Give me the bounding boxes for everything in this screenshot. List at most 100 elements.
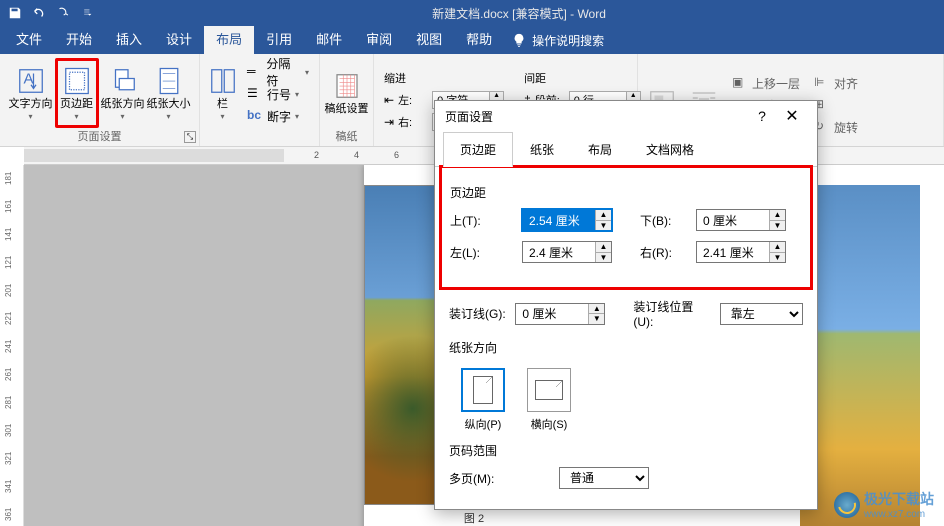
tab-mailings[interactable]: 邮件 [304,26,354,54]
dialog-tabs: 页边距 纸张 布局 文档网格 [435,131,817,167]
lightbulb-icon [512,33,526,47]
pages-section-label: 页码范围 [449,442,803,459]
text-direction-button[interactable]: A 文字方向▾ [9,58,53,128]
orientation-section-label: 纸张方向 [449,339,803,356]
tell-me-search[interactable]: 操作说明搜索 [512,32,604,49]
margin-left-input[interactable] [523,242,595,262]
watermark-name: 极光下载站 [864,489,934,509]
quick-access-toolbar [4,2,98,24]
dialog-tab-margins[interactable]: 页边距 [443,132,513,167]
svg-text:A: A [23,70,33,87]
hyphenation-button[interactable]: bc断字▾ [243,106,313,126]
tab-file[interactable]: 文件 [4,26,54,54]
line-numbers-button[interactable]: ☰行号▾ [243,84,313,104]
margin-top-input[interactable] [523,210,595,230]
spacing-label: 间距 [524,70,641,86]
dialog-tab-grid[interactable]: 文档网格 [629,132,711,167]
manuscript-icon [332,71,362,101]
margin-right-label: 右(R): [640,244,688,261]
multi-pages-select[interactable]: 普通 [559,467,649,489]
indent-right-icon: ⇥ [384,115,394,129]
line-numbers-icon: ☰ [247,86,263,102]
save-button[interactable] [4,2,26,24]
bring-forward-icon: ▣ [732,75,748,91]
text-direction-icon: A [16,66,46,96]
margin-left-spinner[interactable]: ▲▼ [522,241,612,263]
dialog-close-button[interactable]: ✕ [777,106,807,126]
page-setup-group-label: 页面设置 [0,128,199,144]
watermark-url: www.xz7.com [864,509,934,520]
manuscript-group: 稿纸设置 稿纸 [320,54,374,146]
bring-forward-button: ▣上移一层 [728,73,804,93]
page-setup-dialog-launcher[interactable]: ⤡ [184,131,196,143]
columns-breaks-group: 栏▾ ═分隔符▾ ☰行号▾ bc断字▾ [200,54,320,146]
landscape-icon [535,380,563,400]
margin-left-label: 左(L): [450,244,514,261]
margin-top-label: 上(T): [450,212,514,229]
gutter-spinner[interactable]: ▲▼ [515,303,605,325]
orientation-portrait[interactable]: 纵向(P) [457,364,509,436]
watermark: 极光下载站 www.xz7.com [834,489,934,520]
multi-pages-label: 多页(M): [449,470,513,487]
dialog-title: 页面设置 [445,108,747,125]
align-button: ⊫对齐 [810,73,862,93]
tab-view[interactable]: 视图 [404,26,454,54]
dialog-tab-paper[interactable]: 纸张 [513,132,571,167]
tab-references[interactable]: 引用 [254,26,304,54]
qat-customize-button[interactable] [76,2,98,24]
tell-me-label: 操作说明搜索 [532,32,604,49]
vertical-ruler[interactable]: 181 161 141 121 201 221 241 261 281 301 … [0,165,24,526]
page-setup-dialog: 页面设置 ? ✕ 页边距 纸张 布局 文档网格 页边距 上(T): ▲▼ 下(B… [434,100,818,510]
redo-button[interactable] [52,2,74,24]
tab-layout[interactable]: 布局 [204,26,254,54]
manuscript-button[interactable]: 稿纸设置 [325,58,369,128]
margins-icon [62,66,92,96]
margins-highlight-box: 页边距 上(T): ▲▼ 下(B): ▲▼ 左(L): ▲▼ 右(R): ▲▼ [439,165,813,290]
dialog-titlebar[interactable]: 页面设置 ? ✕ [435,101,817,131]
margin-right-spinner[interactable]: ▲▼ [696,241,786,263]
undo-button[interactable] [28,2,50,24]
tab-home[interactable]: 开始 [54,26,104,54]
columns-button[interactable]: 栏▾ [206,58,239,128]
margin-right-input[interactable] [697,242,769,262]
tab-help[interactable]: 帮助 [454,26,504,54]
indent-label: 缩进 [384,70,504,86]
spin-up[interactable]: ▲ [596,210,611,221]
ribbon-tabs: 文件 开始 插入 设计 布局 引用 邮件 审阅 视图 帮助 操作说明搜索 [0,26,944,54]
gutter-label: 装订线(G): [449,305,507,322]
orientation-landscape[interactable]: 横向(S) [523,364,575,436]
title-bar: 新建文档.docx [兼容模式] - Word [0,0,944,26]
align-icon: ⊫ [814,75,830,91]
tab-insert[interactable]: 插入 [104,26,154,54]
orientation-icon [108,66,138,96]
margins-section-label: 页边距 [450,184,802,201]
gutter-input[interactable] [516,304,588,324]
dialog-help-button[interactable]: ? [747,108,777,124]
tab-design[interactable]: 设计 [154,26,204,54]
manuscript-group-label: 稿纸 [320,128,373,144]
margins-button[interactable]: 页边距▾ [55,58,99,128]
image-caption: 图 2 [424,510,524,526]
margin-bottom-label: 下(B): [640,212,688,229]
spin-down[interactable]: ▼ [596,221,611,231]
dialog-body: 页边距 上(T): ▲▼ 下(B): ▲▼ 左(L): ▲▼ 右(R): ▲▼ … [435,167,817,509]
margin-bottom-input[interactable] [697,210,769,230]
dialog-tab-layout[interactable]: 布局 [571,132,629,167]
breaks-button[interactable]: ═分隔符▾ [243,62,313,82]
margin-top-spinner[interactable]: ▲▼ [522,209,612,231]
inserted-image-right[interactable] [800,185,920,526]
margin-bottom-spinner[interactable]: ▲▼ [696,209,786,231]
page-setup-group: A 文字方向▾ 页边距▾ 纸张方向▾ 纸张大小▾ 页面设置 ⤡ [0,54,200,146]
size-button[interactable]: 纸张大小▾ [147,58,191,128]
globe-icon [834,492,860,518]
gutter-pos-label: 装订线位置(U): [633,298,711,329]
gutter-pos-select[interactable]: 靠左 [720,303,803,325]
breaks-icon: ═ [247,64,262,80]
tab-review[interactable]: 审阅 [354,26,404,54]
columns-icon [208,66,238,96]
orientation-button[interactable]: 纸张方向▾ [101,58,145,128]
window-title: 新建文档.docx [兼容模式] - Word [98,5,940,22]
indent-left-icon: ⇤ [384,93,394,107]
hyphenation-icon: bc [247,108,263,124]
portrait-icon [473,376,493,404]
